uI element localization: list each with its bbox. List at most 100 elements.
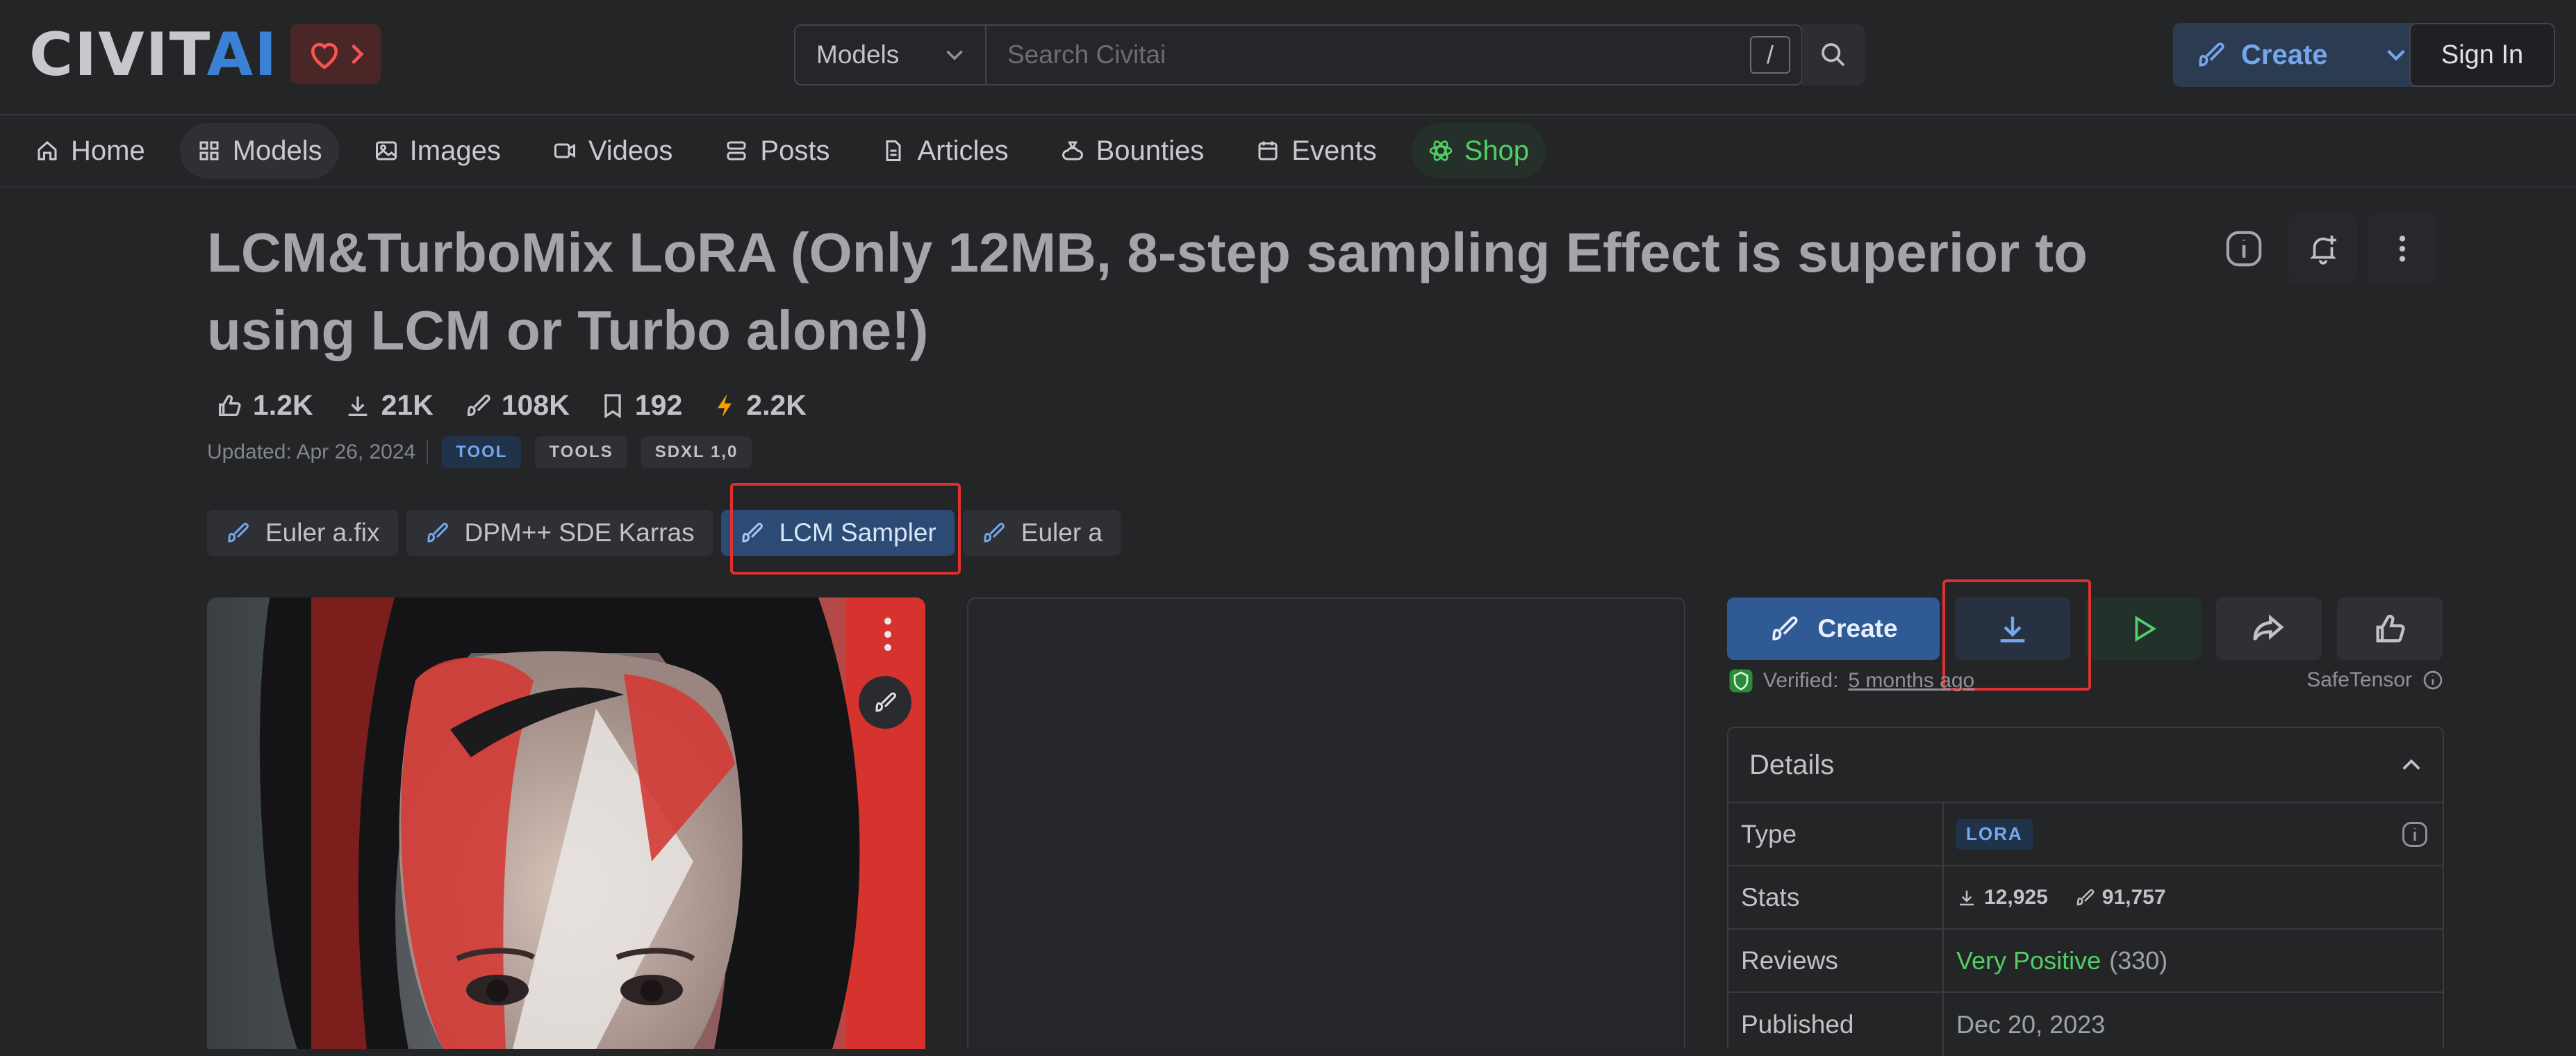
civitai-logo[interactable]: CIVITAI — [29, 25, 278, 85]
chevron-down-icon — [946, 50, 963, 60]
search-button[interactable] — [1802, 24, 1865, 85]
logo-text-main: CIVIT — [29, 20, 207, 90]
chevron-up-icon — [2402, 759, 2420, 770]
details-row-published: Published Dec 20, 2023 — [1728, 993, 2443, 1056]
download-icon — [348, 396, 367, 416]
bolt-icon — [718, 393, 732, 418]
brush-icon — [467, 394, 490, 416]
brush-icon — [2199, 42, 2224, 67]
file-format: SafeTensor — [2306, 668, 2444, 692]
atom-icon — [1429, 140, 1452, 161]
details-row-type: Type LORA — [1728, 803, 2443, 866]
details-label: Type — [1728, 803, 1944, 865]
nav-item-articles[interactable]: Articles — [864, 123, 1025, 179]
sampler-chip-label: Euler a.fix — [265, 518, 380, 547]
generations-stat: 108K — [464, 389, 570, 422]
chevron-right-icon — [351, 44, 364, 65]
title-actions — [2209, 214, 2437, 283]
shield-check-icon — [1729, 669, 1753, 693]
details-label: Reviews — [1728, 930, 1944, 991]
page-title: LCM&TurboMix LoRA (Only 12MB, 8-step sam… — [207, 222, 2088, 361]
nav-item-label: Bounties — [1096, 135, 1205, 166]
thumb-up-icon — [2376, 614, 2405, 643]
type-badge: LORA — [1956, 818, 2033, 850]
generations-count: 91,757 — [2102, 885, 2166, 909]
nav-item-posts[interactable]: Posts — [707, 123, 846, 179]
header-create-label: Create — [2241, 39, 2328, 70]
sign-in-button[interactable]: Sign In — [2409, 23, 2555, 87]
nav-item-home[interactable]: Home — [18, 123, 162, 179]
sampler-chips: Euler a.fix DPM++ SDE Karras LCM Sampler… — [207, 510, 1121, 556]
search-category-select[interactable]: Models — [795, 26, 986, 84]
info-button[interactable] — [2209, 214, 2279, 283]
create-button[interactable]: Create — [1727, 597, 1940, 660]
image-icon — [375, 141, 397, 160]
sampler-chip[interactable]: Euler a.fix — [207, 510, 398, 556]
brush-icon — [984, 522, 1005, 543]
details-label: Stats — [1728, 866, 1944, 928]
nav-item-bounties[interactable]: Bounties — [1043, 123, 1221, 179]
bookmark-icon — [604, 393, 621, 418]
portrait-image — [207, 597, 925, 1049]
meta-row: Updated: Apr 26, 2024 TOOL TOOLS SDXL 1,… — [207, 436, 752, 468]
share-button[interactable] — [2216, 597, 2322, 660]
reviews-count: (330) — [2109, 946, 2168, 975]
download-icon — [1960, 890, 1974, 905]
reviews-sentiment[interactable]: Very Positive — [1956, 946, 2101, 975]
info-icon[interactable] — [2422, 669, 2444, 691]
tag-badge[interactable]: SDXL 1,0 — [641, 436, 752, 468]
likes-stat: 1.2K — [215, 389, 313, 422]
moneybag-icon — [1062, 141, 1083, 160]
likes-count: 1.2K — [253, 389, 313, 421]
sampler-chip-label: Euler a — [1021, 518, 1103, 547]
details-row-stats: Stats 12,925 91,757 — [1728, 866, 2443, 930]
main-nav: Home Models Images Videos Posts Articles… — [0, 115, 2576, 188]
video-icon — [554, 143, 575, 158]
details-heading: Details — [1749, 749, 1835, 780]
nav-item-label: Articles — [917, 135, 1009, 166]
buzz-stat: 2.2K — [713, 389, 807, 422]
nav-item-label: Images — [409, 135, 501, 166]
image-options-button[interactable] — [875, 611, 900, 657]
share-icon — [2253, 614, 2284, 641]
verified-time[interactable]: 5 months ago — [1848, 669, 1974, 693]
run-button[interactable] — [2086, 597, 2201, 660]
nav-item-shop[interactable]: Shop — [1411, 123, 1546, 179]
nav-item-events[interactable]: Events — [1239, 123, 1393, 179]
details-header[interactable]: Details — [1728, 728, 2443, 803]
header-create-button[interactable]: Create — [2173, 23, 2429, 87]
create-button-label: Create — [1817, 614, 1898, 643]
search-category-value: Models — [816, 40, 900, 69]
play-icon — [2135, 616, 2156, 642]
tag-badge[interactable]: TOOL — [442, 436, 522, 468]
file-format-label: SafeTensor — [2306, 668, 2412, 691]
sampler-chip[interactable]: Euler a — [962, 510, 1121, 556]
top-header: CIVITAI Models / Create Sign In — [0, 0, 2576, 115]
nav-item-models[interactable]: Models — [179, 123, 339, 179]
brush-icon — [228, 522, 249, 543]
nav-item-images[interactable]: Images — [357, 123, 518, 179]
model-stats: 1.2K 21K 108K 192 2.2K — [215, 389, 807, 422]
verified-label: Verified: — [1763, 669, 1839, 692]
downloads-count: 21K — [381, 389, 434, 421]
nav-item-videos[interactable]: Videos — [536, 123, 690, 179]
thumb-up-icon — [219, 395, 241, 416]
heart-icon — [311, 42, 338, 69]
support-button[interactable] — [290, 24, 381, 84]
preview-image[interactable] — [207, 597, 925, 1049]
notify-button[interactable] — [2288, 214, 2358, 283]
nav-item-label: Shop — [1464, 135, 1529, 166]
info-icon[interactable] — [2400, 819, 2430, 850]
search-shortcut-key: / — [1750, 36, 1790, 74]
search-icon — [1822, 43, 1845, 67]
sampler-chip[interactable]: DPM++ SDE Karras — [406, 510, 713, 556]
search-bar: Models / — [794, 24, 1803, 85]
tag-badge[interactable]: TOOLS — [535, 436, 627, 468]
downloads-count: 12,925 — [1984, 885, 2048, 909]
search-input[interactable] — [986, 26, 1739, 84]
image-generation-badge[interactable] — [859, 676, 911, 729]
nav-item-label: Posts — [760, 135, 830, 166]
info-icon — [2226, 231, 2262, 267]
like-button[interactable] — [2337, 597, 2443, 660]
more-options-button[interactable] — [2368, 214, 2437, 283]
